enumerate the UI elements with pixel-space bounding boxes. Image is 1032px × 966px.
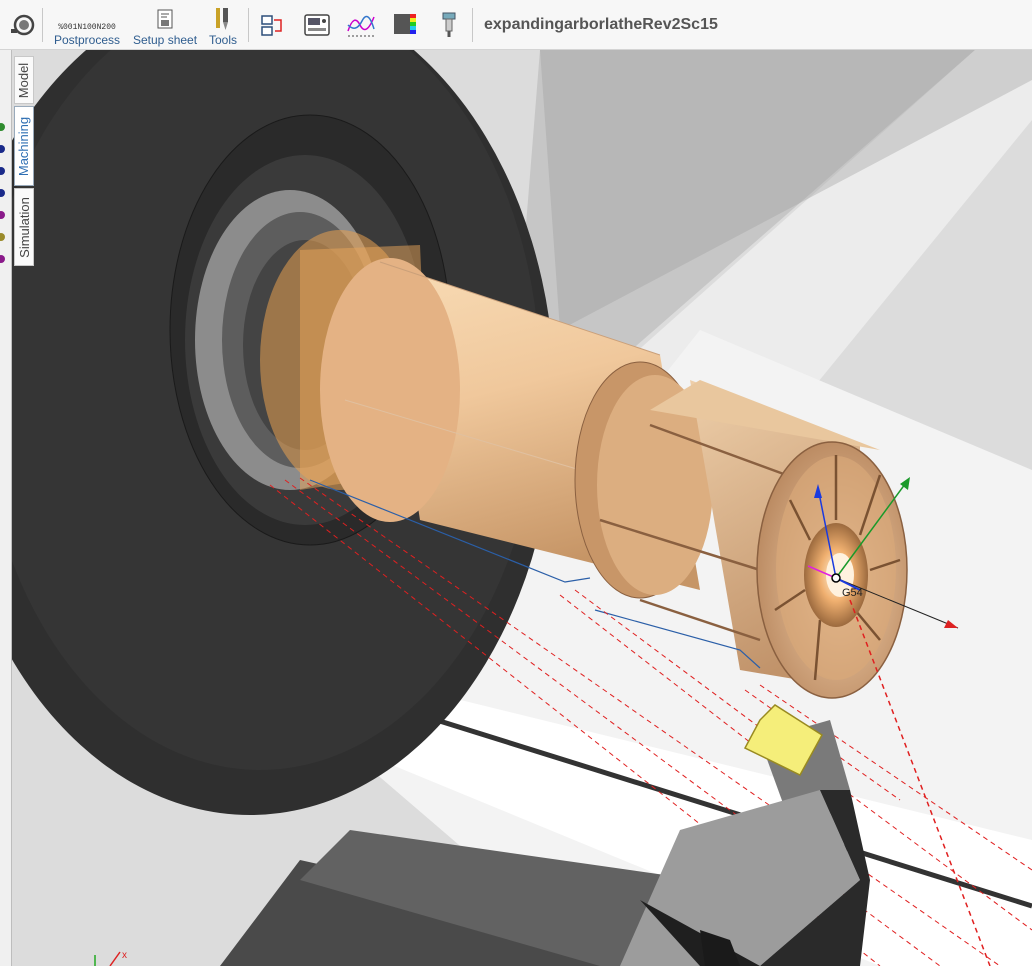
tab-model[interactable]: Model bbox=[14, 56, 34, 104]
machine-control-icon[interactable] bbox=[302, 10, 332, 40]
tab-simulation[interactable]: Simulation bbox=[14, 188, 34, 266]
document-title: expandingarborlatheRev2Sc15 bbox=[484, 16, 718, 33]
postprocess-icon-line: %001 bbox=[58, 23, 78, 32]
tool-probe-icon[interactable] bbox=[434, 10, 464, 40]
toolbar-separator bbox=[248, 8, 249, 42]
wcs-label: G54 bbox=[842, 587, 863, 599]
tab-machining[interactable]: Machining bbox=[14, 106, 34, 186]
tools-icon bbox=[211, 6, 235, 32]
scene-render bbox=[0, 50, 1032, 966]
tab-model-label: Model bbox=[16, 62, 32, 98]
compare-icon[interactable] bbox=[258, 10, 288, 40]
color-scale-icon[interactable] bbox=[390, 10, 420, 40]
postprocess-label: Postprocess bbox=[54, 33, 121, 47]
setup-sheet-button[interactable]: Setup sheet bbox=[133, 6, 197, 47]
toolbar-separator bbox=[472, 8, 473, 42]
postprocess-button[interactable]: %001 N100 N200 Postprocess bbox=[54, 6, 121, 48]
graphics-viewport[interactable]: G54 x bbox=[0, 50, 1032, 966]
postprocess-icon: %001 N100 N200 bbox=[58, 6, 116, 32]
tools-label: Tools bbox=[209, 33, 238, 47]
tools-button[interactable]: Tools bbox=[209, 6, 237, 47]
toolbar-separator bbox=[42, 8, 43, 42]
tab-simulation-label: Simulation bbox=[16, 196, 32, 258]
inspect-icon[interactable] bbox=[8, 10, 38, 40]
tab-machining-label: Machining bbox=[16, 116, 32, 176]
view-axis-x-label: x bbox=[122, 950, 127, 961]
setup-sheet-label: Setup sheet bbox=[133, 33, 198, 47]
graph-icon[interactable] bbox=[346, 10, 376, 40]
postprocess-icon-line: N100 bbox=[77, 23, 97, 32]
main-toolbar: %001 N100 N200 Postprocess Setup sheet T… bbox=[0, 0, 1032, 50]
setup-sheet-icon bbox=[153, 6, 177, 32]
browser-collapsed-panel bbox=[0, 50, 12, 966]
postprocess-icon-line: N200 bbox=[96, 23, 116, 32]
